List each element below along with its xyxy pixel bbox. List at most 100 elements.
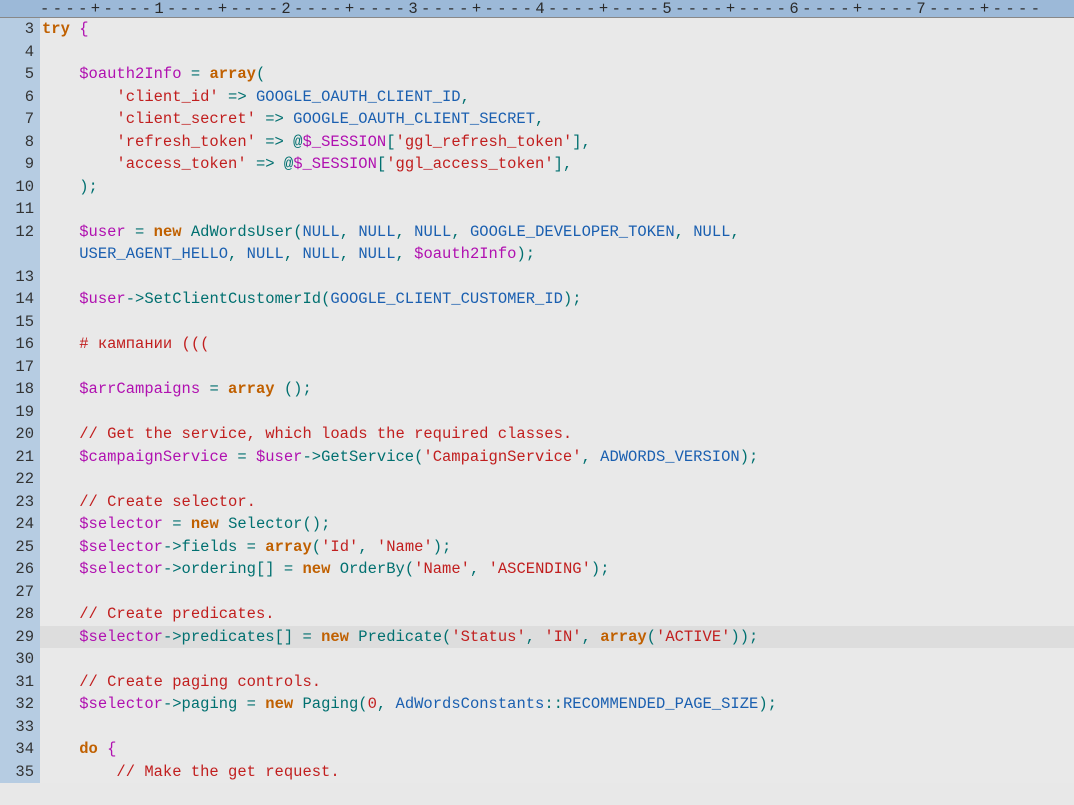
- line-content[interactable]: do {: [40, 738, 1074, 761]
- line-number: 8: [0, 131, 40, 154]
- line-content[interactable]: try {: [40, 18, 1074, 41]
- line-content[interactable]: $selector->ordering[] = new OrderBy('Nam…: [40, 558, 1074, 581]
- line-number: 31: [0, 671, 40, 694]
- line-number: 33: [0, 716, 40, 739]
- line-content[interactable]: [40, 41, 1074, 64]
- line-content[interactable]: $campaignService = $user->GetService('Ca…: [40, 446, 1074, 469]
- line-content[interactable]: $selector = new Selector();: [40, 513, 1074, 536]
- line-number: 13: [0, 266, 40, 289]
- code-line[interactable]: 25 $selector->fields = array('Id', 'Name…: [0, 536, 1074, 559]
- line-content[interactable]: USER_AGENT_HELLO, NULL, NULL, NULL, $oau…: [40, 243, 1074, 266]
- line-content[interactable]: $arrCampaigns = array ();: [40, 378, 1074, 401]
- code-line[interactable]: 23 // Create selector.: [0, 491, 1074, 514]
- line-number: 27: [0, 581, 40, 604]
- line-content[interactable]: # кампании (((: [40, 333, 1074, 356]
- code-line[interactable]: 26 $selector->ordering[] = new OrderBy('…: [0, 558, 1074, 581]
- line-number: 32: [0, 693, 40, 716]
- line-content[interactable]: $user = new AdWordsUser(NULL, NULL, NULL…: [40, 221, 1074, 244]
- line-content[interactable]: $selector->paging = new Paging(0, AdWord…: [40, 693, 1074, 716]
- line-content[interactable]: // Create paging controls.: [40, 671, 1074, 694]
- line-content[interactable]: [40, 356, 1074, 379]
- code-line[interactable]: 30: [0, 648, 1074, 671]
- line-content[interactable]: [40, 266, 1074, 289]
- line-number: 34: [0, 738, 40, 761]
- line-content[interactable]: // Make the get request.: [40, 761, 1074, 784]
- line-number: 4: [0, 41, 40, 64]
- code-line[interactable]: 34 do {: [0, 738, 1074, 761]
- code-line[interactable]: 32 $selector->paging = new Paging(0, AdW…: [0, 693, 1074, 716]
- line-number: 11: [0, 198, 40, 221]
- code-line[interactable]: 14 $user->SetClientCustomerId(GOOGLE_CLI…: [0, 288, 1074, 311]
- code-line[interactable]: 17: [0, 356, 1074, 379]
- code-line[interactable]: 9 'access_token' => @$_SESSION['ggl_acce…: [0, 153, 1074, 176]
- line-number: 16: [0, 333, 40, 356]
- line-content[interactable]: [40, 311, 1074, 334]
- code-line[interactable]: 16 # кампании (((: [0, 333, 1074, 356]
- code-line[interactable]: USER_AGENT_HELLO, NULL, NULL, NULL, $oau…: [0, 243, 1074, 266]
- line-content[interactable]: );: [40, 176, 1074, 199]
- line-number: 19: [0, 401, 40, 424]
- line-content[interactable]: $user->SetClientCustomerId(GOOGLE_CLIENT…: [40, 288, 1074, 311]
- code-line[interactable]: 29 $selector->predicates[] = new Predica…: [0, 626, 1074, 649]
- code-line[interactable]: 4: [0, 41, 1074, 64]
- line-number: 35: [0, 761, 40, 784]
- line-content[interactable]: [40, 468, 1074, 491]
- line-content[interactable]: [40, 581, 1074, 604]
- code-line[interactable]: 7 'client_secret' => GOOGLE_OAUTH_CLIENT…: [0, 108, 1074, 131]
- line-number: 14: [0, 288, 40, 311]
- code-line[interactable]: 5 $oauth2Info = array(: [0, 63, 1074, 86]
- code-line[interactable]: 6 'client_id' => GOOGLE_OAUTH_CLIENT_ID,: [0, 86, 1074, 109]
- code-line[interactable]: 19: [0, 401, 1074, 424]
- code-line[interactable]: 11: [0, 198, 1074, 221]
- line-number: 15: [0, 311, 40, 334]
- code-line[interactable]: 8 'refresh_token' => @$_SESSION['ggl_ref…: [0, 131, 1074, 154]
- code-line[interactable]: 27: [0, 581, 1074, 604]
- line-content[interactable]: [40, 716, 1074, 739]
- line-number: 28: [0, 603, 40, 626]
- code-line[interactable]: 12 $user = new AdWordsUser(NULL, NULL, N…: [0, 221, 1074, 244]
- line-content[interactable]: 'client_secret' => GOOGLE_OAUTH_CLIENT_S…: [40, 108, 1074, 131]
- code-line[interactable]: 21 $campaignService = $user->GetService(…: [0, 446, 1074, 469]
- line-number: 3: [0, 18, 40, 41]
- code-line[interactable]: 33: [0, 716, 1074, 739]
- code-line[interactable]: 28 // Create predicates.: [0, 603, 1074, 626]
- line-number: 20: [0, 423, 40, 446]
- code-editor[interactable]: 3try {45 $oauth2Info = array(6 'client_i…: [0, 18, 1074, 783]
- line-number: [0, 243, 40, 266]
- column-ruler: ----+----1----+----2----+----3----+----4…: [0, 0, 1074, 18]
- line-number: 24: [0, 513, 40, 536]
- line-content[interactable]: [40, 198, 1074, 221]
- line-content[interactable]: // Create predicates.: [40, 603, 1074, 626]
- code-line[interactable]: 18 $arrCampaigns = array ();: [0, 378, 1074, 401]
- code-line[interactable]: 13: [0, 266, 1074, 289]
- line-content[interactable]: [40, 401, 1074, 424]
- line-number: 29: [0, 626, 40, 649]
- line-number: 7: [0, 108, 40, 131]
- line-number: 17: [0, 356, 40, 379]
- line-number: 25: [0, 536, 40, 559]
- code-line[interactable]: 35 // Make the get request.: [0, 761, 1074, 784]
- line-content[interactable]: $selector->fields = array('Id', 'Name');: [40, 536, 1074, 559]
- line-content[interactable]: 'client_id' => GOOGLE_OAUTH_CLIENT_ID,: [40, 86, 1074, 109]
- code-line[interactable]: 20 // Get the service, which loads the r…: [0, 423, 1074, 446]
- line-number: 9: [0, 153, 40, 176]
- line-content[interactable]: 'access_token' => @$_SESSION['ggl_access…: [40, 153, 1074, 176]
- line-number: 12: [0, 221, 40, 244]
- line-content[interactable]: // Get the service, which loads the requ…: [40, 423, 1074, 446]
- line-content[interactable]: [40, 648, 1074, 671]
- code-line[interactable]: 10 );: [0, 176, 1074, 199]
- line-number: 18: [0, 378, 40, 401]
- code-line[interactable]: 31 // Create paging controls.: [0, 671, 1074, 694]
- code-line[interactable]: 24 $selector = new Selector();: [0, 513, 1074, 536]
- line-content[interactable]: $oauth2Info = array(: [40, 63, 1074, 86]
- line-content[interactable]: // Create selector.: [40, 491, 1074, 514]
- line-number: 30: [0, 648, 40, 671]
- line-content[interactable]: $selector->predicates[] = new Predicate(…: [40, 626, 1074, 649]
- code-line[interactable]: 3try {: [0, 18, 1074, 41]
- code-line[interactable]: 22: [0, 468, 1074, 491]
- line-number: 26: [0, 558, 40, 581]
- line-content[interactable]: 'refresh_token' => @$_SESSION['ggl_refre…: [40, 131, 1074, 154]
- code-line[interactable]: 15: [0, 311, 1074, 334]
- line-number: 5: [0, 63, 40, 86]
- line-number: 22: [0, 468, 40, 491]
